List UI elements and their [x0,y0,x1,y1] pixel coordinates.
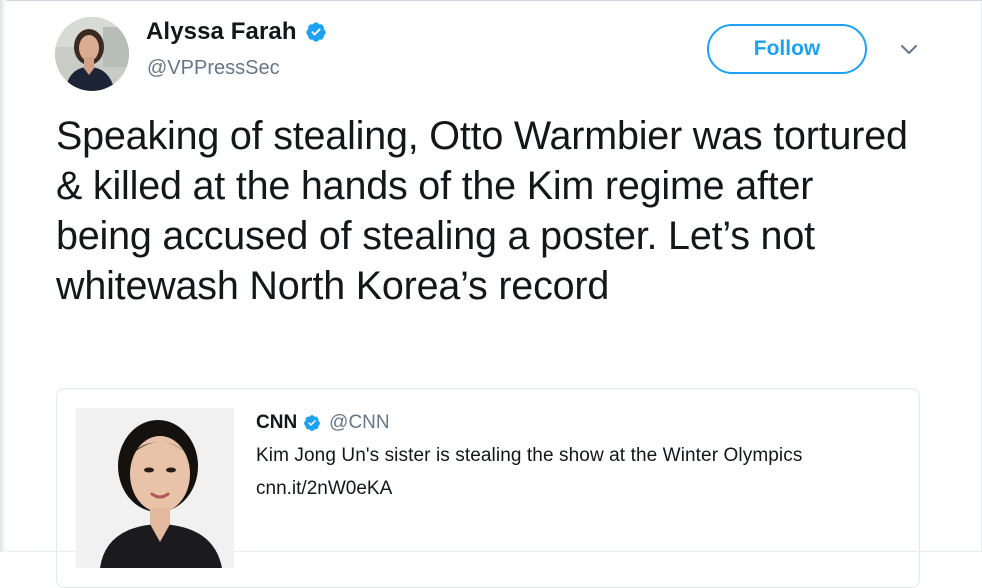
tweet-text: Speaking of stealing, Otto Warmbier was … [56,114,908,308]
avatar-photo [55,17,129,91]
quoted-tweet-text: Kim Jong Un's sister is stealing the sho… [256,445,803,466]
author-display-name[interactable]: Alyssa Farah [146,18,297,46]
follow-button[interactable]: Follow [707,24,867,74]
author-handle[interactable]: @VPPressSec [147,57,280,80]
quoted-tweet-header[interactable]: CNN @CNN [256,412,390,434]
verified-badge-icon [305,21,327,43]
quoted-author-name[interactable]: CNN [256,412,297,434]
author-name-row[interactable]: Alyssa Farah [146,18,327,46]
quoted-tweet-link[interactable]: cnn.it/2nW0eKA [256,478,392,500]
quoted-author-handle[interactable]: @CNN [329,412,389,434]
verified-badge-icon [303,414,321,432]
quoted-tweet-photo [76,408,234,568]
quoted-tweet-image[interactable] [76,408,234,568]
avatar[interactable] [55,17,129,91]
left-edge-shadow [0,0,6,552]
chevron-down-icon[interactable] [897,38,921,62]
